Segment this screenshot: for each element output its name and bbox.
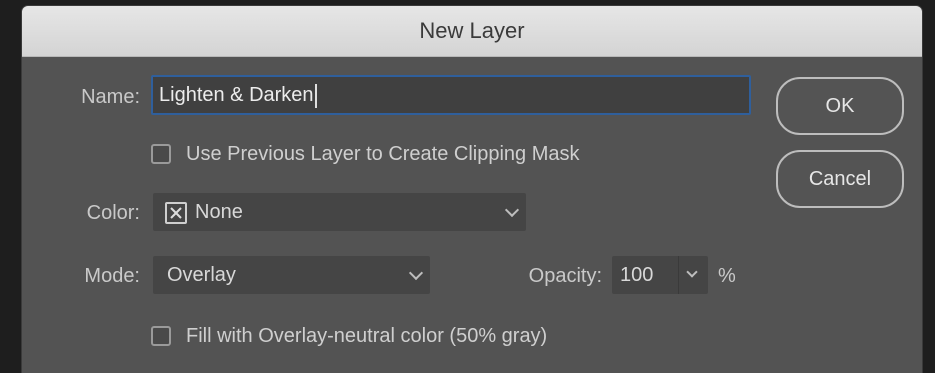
color-label: Color: [86, 202, 140, 224]
mode-value: Overlay [167, 264, 236, 286]
chevron-down-icon [408, 265, 424, 281]
chevron-down-icon[interactable] [686, 266, 698, 278]
fill-neutral-label: Fill with Overlay-neutral color (50% gra… [186, 325, 548, 347]
clipping-mask-label: Use Previous Layer to Create Clipping Ma… [186, 143, 580, 165]
dialog-title: New Layer [22, 6, 922, 57]
clipping-mask-checkbox[interactable] [151, 144, 171, 164]
fill-neutral-checkbox[interactable] [151, 326, 171, 346]
text-caret [314, 83, 317, 108]
opacity-label: Opacity: [528, 265, 602, 287]
mode-select[interactable]: Overlay [153, 256, 430, 294]
color-select[interactable]: None [153, 193, 526, 231]
none-swatch-icon [165, 202, 187, 224]
mode-label: Mode: [84, 265, 140, 287]
new-layer-dialog: New Layer Name: Lighten & Darken OK Canc… [22, 6, 922, 373]
name-input[interactable]: Lighten & Darken [151, 75, 751, 115]
cancel-button[interactable]: Cancel [776, 150, 904, 208]
name-value: Lighten & Darken [159, 84, 314, 106]
name-label: Name: [81, 86, 140, 108]
chevron-down-icon [504, 202, 520, 218]
ok-button[interactable]: OK [776, 77, 904, 135]
opacity-value: 100 [620, 264, 654, 286]
color-value: None [195, 201, 243, 223]
opacity-unit: % [718, 265, 736, 287]
opacity-input[interactable]: 100 [612, 256, 708, 294]
opacity-divider [678, 256, 679, 294]
